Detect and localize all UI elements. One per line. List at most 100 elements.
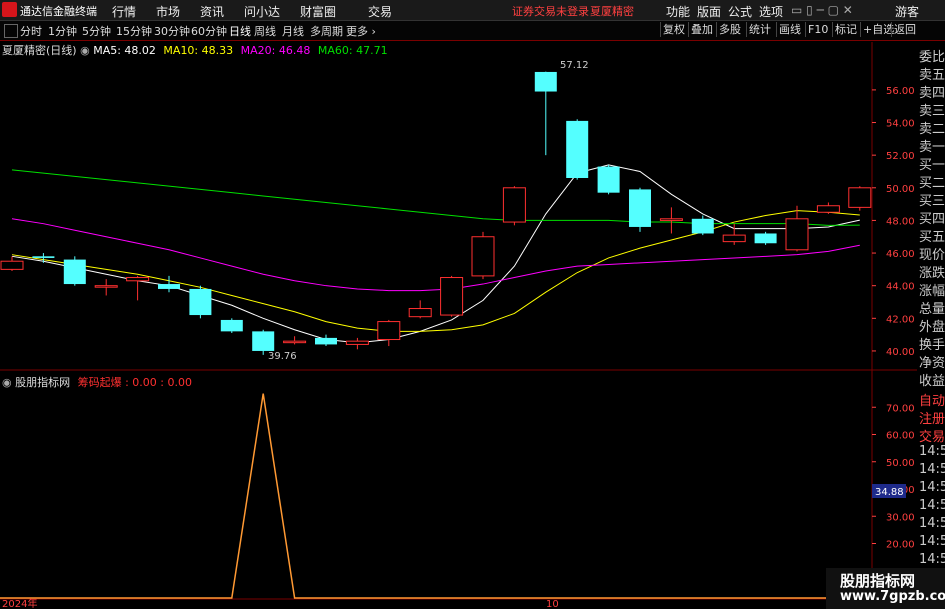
menubar: 通达信金融终端 行情 市场 资讯 问小达 财富圈 交易 证券交易未登录 夏厦精密… — [0, 0, 945, 21]
candle-body-down — [566, 120, 589, 178]
price-tick-label: 50.00 — [886, 184, 915, 195]
candle-body-up — [94, 285, 118, 288]
mark-button[interactable]: 标记 — [832, 22, 859, 37]
candle-body-down — [189, 288, 212, 316]
login-warning[interactable]: 证券交易未登录 — [512, 3, 589, 19]
side-item-18: 收益 — [919, 374, 945, 389]
side-item-12: 涨跌 — [919, 266, 945, 281]
side-item-11: 现价 — [919, 248, 945, 263]
f10-button[interactable]: F10 — [805, 22, 830, 37]
tab-30min[interactable]: 30分钟 — [154, 23, 190, 39]
menu-function[interactable]: 功能 — [666, 3, 690, 20]
tab-intraday[interactable]: 分时 — [20, 23, 42, 39]
layout-toggle-icon[interactable] — [4, 24, 18, 38]
indicator-current-value: 34.88 — [875, 487, 904, 498]
candle-body-up — [0, 260, 24, 270]
candle-body-down — [158, 284, 180, 289]
menu-news[interactable]: 资讯 — [200, 3, 224, 20]
watermark-url: www.7gpzb.com — [840, 589, 945, 604]
candle-body-up — [722, 234, 746, 243]
side-item-23: 14:56 — [919, 462, 945, 477]
menu-trade[interactable]: 交易 — [368, 3, 392, 20]
side-item-2: 卖四 — [919, 86, 945, 101]
price-tick-label: 40.00 — [886, 347, 915, 358]
watermark: 股朋指标网 www.7gpzb.com — [826, 568, 945, 609]
candle-body-down — [754, 233, 777, 244]
menu-layout[interactable]: 版面 — [697, 3, 721, 20]
ind-tick-label: 50.00 — [886, 458, 915, 469]
candle-body-up — [502, 187, 526, 223]
candle-body-up — [440, 277, 464, 316]
tab-daily[interactable]: 日线 — [229, 23, 251, 39]
candle-body-up — [283, 340, 307, 344]
tab-multi-period[interactable]: 多周期 — [310, 23, 343, 39]
price-tick-label: 44.00 — [886, 282, 915, 293]
window-buttons-icon[interactable]: ▭ ▯ ─ ▢ ✕ — [791, 3, 853, 17]
price-tick-label: 54.00 — [886, 119, 915, 130]
guest-label[interactable]: 游客 — [895, 3, 919, 20]
price-tick-label: 52.00 — [886, 151, 915, 162]
side-item-28: 14:56 — [919, 552, 945, 567]
menu-ask[interactable]: 问小达 — [244, 3, 280, 20]
period-toolbar: 分时 1分钟 5分钟 15分钟 30分钟 60分钟 日线 周线 月线 多周期 更… — [0, 21, 945, 41]
adjust-button[interactable]: 复权 — [660, 22, 687, 37]
ind-tick-label: 30.00 — [886, 512, 915, 523]
stats-button[interactable]: 统计 — [746, 22, 773, 37]
side-item-20[interactable]: 注册 — [919, 408, 945, 427]
menu-wealth[interactable]: 财富圈 — [300, 3, 336, 20]
candle-body-down — [597, 166, 620, 193]
side-item-24: 14:56 — [919, 480, 945, 495]
overlay-button[interactable]: 叠加 — [688, 22, 715, 37]
side-item-3: 卖三 — [919, 104, 945, 119]
candle-body-up — [471, 236, 495, 277]
price-tick-label: 56.00 — [886, 86, 915, 97]
side-item-0: 委比 — [919, 50, 945, 65]
menu-options[interactable]: 选项 — [759, 3, 783, 20]
side-item-1: 卖五 — [919, 68, 945, 83]
menu-formula[interactable]: 公式 — [728, 3, 752, 20]
candle-body-up — [816, 205, 840, 213]
tab-60min[interactable]: 60分钟 — [191, 23, 227, 39]
candle-body-up — [345, 340, 369, 345]
side-item-4: 卖二 — [919, 122, 945, 137]
side-item-5: 卖一 — [919, 140, 945, 155]
candle-body-down — [63, 259, 86, 285]
ma-line-ma5 — [11, 164, 860, 344]
candle-body-down — [629, 189, 651, 227]
tab-5min[interactable]: 5分钟 — [82, 23, 111, 39]
ind-tick-label: 70.00 — [886, 403, 915, 414]
tab-more[interactable]: 更多 › — [346, 23, 376, 39]
back-button[interactable]: 返回 — [891, 22, 918, 37]
indicator-line — [0, 393, 872, 599]
x-label-10: 10 — [546, 599, 559, 609]
candle-body-down — [32, 256, 55, 258]
tab-monthly[interactable]: 月线 — [282, 23, 304, 39]
draw-button[interactable]: 画线 — [776, 22, 803, 37]
x-label-year: 2024年 — [2, 597, 37, 609]
side-item-19[interactable]: 自动 — [919, 390, 945, 409]
menu-quotes[interactable]: 行情 — [112, 3, 136, 20]
app-title: 通达信金融终端 — [20, 5, 97, 18]
side-item-7: 买二 — [919, 176, 945, 191]
candle-body-up — [785, 218, 809, 251]
side-item-25: 14:56 — [919, 498, 945, 513]
side-item-14: 总量 — [919, 302, 945, 317]
candle-body-down — [534, 71, 557, 92]
side-item-6: 买一 — [919, 158, 945, 173]
quote-side-panel: 委比 卖五 卖四 卖三 卖二 卖一 买一 买二 买三 买四 买五 现价 涨跌 涨幅 总量 外盘 换手 净资 收益 自动… — [917, 42, 945, 609]
stock-name-top: 夏厦精密 — [590, 5, 634, 18]
menu-market[interactable]: 市场 — [156, 3, 180, 20]
candle-body-down — [220, 319, 243, 332]
tab-weekly[interactable]: 周线 — [254, 23, 276, 39]
side-item-27: 14:56 — [919, 534, 945, 549]
tab-1min[interactable]: 1分钟 — [48, 23, 77, 39]
candle-body-up — [408, 308, 432, 318]
tab-15min[interactable]: 15分钟 — [116, 23, 152, 39]
chart-area[interactable]: 56.00 54.00 52.00 50.00 48.00 46.00 44.00 42.00… — [0, 42, 917, 609]
side-item-26: 14:56 — [919, 516, 945, 531]
side-item-21[interactable]: 交易 — [919, 426, 945, 445]
multi-stock-button[interactable]: 多股 — [716, 22, 743, 37]
low-price-label: 39.76 — [268, 351, 297, 362]
app-logo-icon — [2, 2, 17, 17]
side-item-15: 外盘 — [919, 320, 945, 335]
